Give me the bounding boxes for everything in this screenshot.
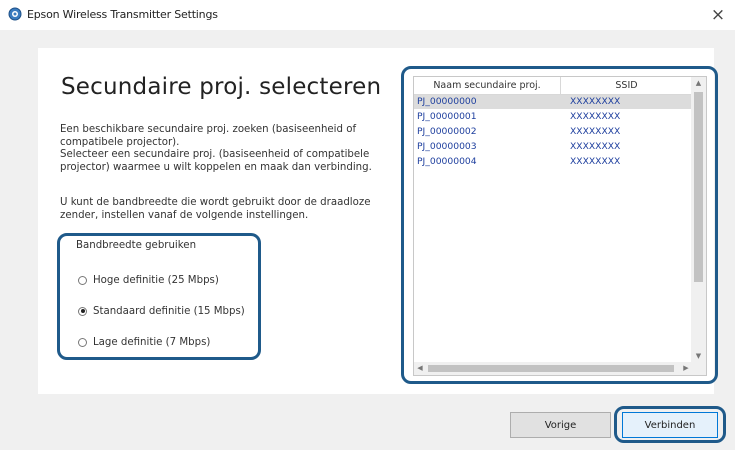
search-description: Een beschikbare secundaire proj. zoeken … bbox=[60, 124, 380, 174]
radio-label: Standaard definitie (15 Mbps) bbox=[93, 305, 245, 317]
list-header: Naam secundaire proj. SSID bbox=[414, 77, 692, 95]
projector-name: PJ_00000002 bbox=[417, 126, 477, 137]
projector-ssid: XXXXXXXX bbox=[570, 111, 621, 122]
window-title: Epson Wireless Transmitter Settings bbox=[27, 8, 218, 21]
scroll-left-arrow-icon[interactable]: ◀ bbox=[414, 364, 426, 372]
radio-label: Lage definitie (7 Mbps) bbox=[93, 336, 211, 348]
projector-name: PJ_00000003 bbox=[417, 141, 477, 152]
horizontal-scrollbar[interactable]: ◀ ▶ bbox=[414, 362, 692, 375]
radio-low-definition[interactable]: Lage definitie (7 Mbps) bbox=[78, 334, 210, 350]
radio-high-definition[interactable]: Hoge definitie (25 Mbps) bbox=[78, 272, 219, 288]
close-icon[interactable]: × bbox=[707, 4, 729, 26]
radio-standard-definition[interactable]: Standaard definitie (15 Mbps) bbox=[78, 303, 245, 319]
radio-label: Hoge definitie (25 Mbps) bbox=[93, 274, 219, 286]
projector-name: PJ_00000001 bbox=[417, 111, 477, 122]
connect-button[interactable]: Verbinden bbox=[622, 412, 718, 438]
column-header-name[interactable]: Naam secundaire proj. bbox=[414, 77, 561, 94]
list-item[interactable]: PJ_00000002 XXXXXXXX bbox=[414, 125, 692, 139]
projector-ssid: XXXXXXXX bbox=[570, 141, 621, 152]
list-item[interactable]: PJ_00000004 XXXXXXXX bbox=[414, 155, 692, 169]
epson-app-icon bbox=[8, 7, 22, 21]
list-item[interactable]: PJ_00000000 XXXXXXXX bbox=[414, 95, 692, 109]
settings-window: Epson Wireless Transmitter Settings × Se… bbox=[0, 0, 735, 450]
vertical-scroll-thumb[interactable] bbox=[694, 92, 703, 282]
radio-button-icon[interactable] bbox=[78, 337, 87, 347]
projector-list[interactable]: Naam secundaire proj. SSID PJ_00000000 X… bbox=[413, 76, 707, 376]
list-item[interactable]: PJ_00000001 XXXXXXXX bbox=[414, 110, 692, 124]
search-description-text: Een beschikbare secundaire proj. zoeken … bbox=[60, 124, 372, 173]
scroll-up-arrow-icon[interactable]: ▲ bbox=[691, 79, 706, 87]
list-item[interactable]: PJ_00000003 XXXXXXXX bbox=[414, 140, 692, 154]
previous-button[interactable]: Vorige bbox=[510, 412, 611, 438]
projector-ssid: XXXXXXXX bbox=[570, 96, 621, 107]
scroll-down-arrow-icon[interactable]: ▼ bbox=[691, 352, 706, 360]
horizontal-scroll-thumb[interactable] bbox=[428, 365, 674, 372]
bandwidth-label: Bandbreedte gebruiken bbox=[76, 240, 197, 251]
column-header-ssid[interactable]: SSID bbox=[561, 77, 692, 94]
radio-button-icon[interactable] bbox=[78, 275, 87, 285]
bandwidth-description: U kunt de bandbreedte die wordt gebruikt… bbox=[60, 197, 380, 222]
vertical-scrollbar[interactable]: ▲ ▼ bbox=[691, 77, 706, 362]
projector-ssid: XXXXXXXX bbox=[570, 126, 621, 137]
projector-ssid: XXXXXXXX bbox=[570, 156, 621, 167]
bandwidth-description-text: U kunt de bandbreedte die wordt gebruikt… bbox=[60, 197, 371, 221]
page-title: Secundaire proj. selecteren bbox=[61, 74, 382, 100]
scrollbar-corner bbox=[691, 362, 706, 375]
projector-name: PJ_00000004 bbox=[417, 156, 477, 167]
title-bar: Epson Wireless Transmitter Settings × bbox=[0, 0, 735, 30]
projector-name: PJ_00000000 bbox=[417, 96, 477, 107]
radio-button-checked-icon[interactable] bbox=[78, 306, 87, 316]
